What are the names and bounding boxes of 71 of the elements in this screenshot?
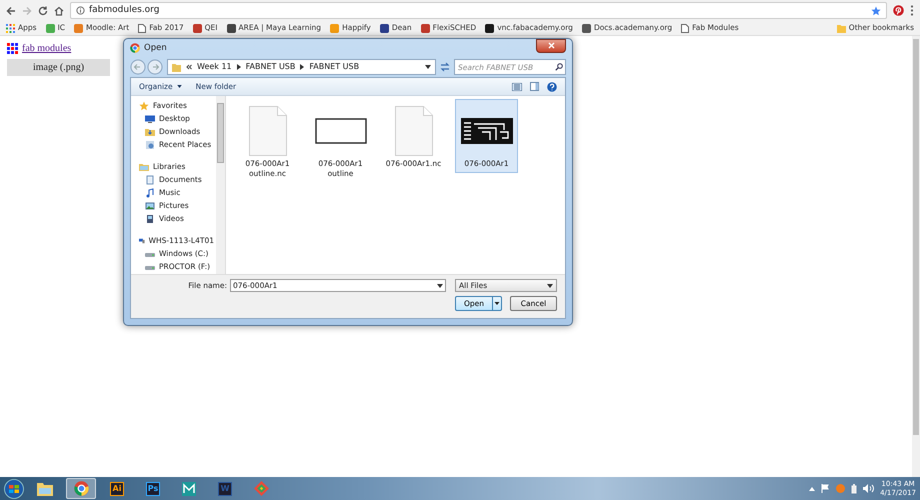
site-icon bbox=[582, 24, 591, 32]
caret-icon bbox=[176, 85, 182, 88]
search-icon bbox=[555, 63, 563, 71]
start-button[interactable] bbox=[4, 478, 24, 498]
refresh-icon[interactable] bbox=[440, 62, 450, 72]
file-icon bbox=[394, 106, 432, 156]
home-icon[interactable] bbox=[54, 6, 64, 16]
menu-item[interactable]: image (.png) bbox=[7, 59, 110, 76]
url-text: fabmodules.org bbox=[89, 4, 160, 17]
scrollbar[interactable] bbox=[912, 36, 920, 477]
breadcrumb-item[interactable]: Week 11 bbox=[197, 61, 232, 73]
dropdown-icon[interactable] bbox=[437, 284, 443, 288]
dialog-title: Open bbox=[144, 42, 167, 54]
site-icon bbox=[330, 24, 340, 32]
close-button[interactable] bbox=[536, 39, 566, 53]
flag-icon[interactable] bbox=[821, 484, 830, 493]
menu-icon[interactable] bbox=[910, 5, 914, 16]
volume-icon[interactable] bbox=[863, 484, 874, 493]
app-icon: Ai bbox=[110, 482, 124, 496]
preview-pane-icon[interactable] bbox=[530, 82, 539, 91]
app-icon: W bbox=[218, 482, 232, 496]
reload-icon[interactable] bbox=[38, 6, 48, 16]
outline-image-icon bbox=[314, 118, 366, 144]
dropdown-icon[interactable] bbox=[547, 284, 553, 288]
star-icon[interactable] bbox=[871, 6, 881, 16]
separator-icon bbox=[236, 64, 241, 70]
app-icon bbox=[182, 482, 196, 496]
page-icon bbox=[681, 24, 690, 32]
taskbar-app[interactable]: Ps bbox=[138, 478, 168, 499]
scrollbar[interactable] bbox=[216, 96, 225, 274]
close-icon bbox=[548, 42, 554, 49]
battery-icon[interactable] bbox=[851, 484, 858, 494]
star-icon bbox=[139, 100, 149, 110]
view-icon[interactable] bbox=[512, 82, 522, 90]
site-icon bbox=[74, 24, 84, 32]
site-icon bbox=[485, 24, 494, 32]
chrome-icon bbox=[74, 481, 88, 496]
document-icon bbox=[145, 174, 155, 184]
circuit-board-thumbnail bbox=[460, 118, 512, 144]
dropdown-icon bbox=[425, 65, 431, 69]
pin-icon[interactable] bbox=[893, 5, 904, 16]
app-icon: Ps bbox=[146, 482, 160, 496]
picture-icon bbox=[145, 200, 155, 210]
file-icon bbox=[248, 106, 286, 156]
dropdown-icon[interactable] bbox=[492, 297, 501, 310]
apps-grid-icon bbox=[6, 24, 15, 32]
overflow-icon bbox=[186, 64, 192, 70]
site-icon bbox=[380, 24, 389, 32]
separator-icon bbox=[300, 64, 304, 70]
taskbar-app[interactable]: Ai bbox=[102, 478, 132, 499]
film-icon bbox=[145, 214, 155, 224]
monitor-icon bbox=[145, 114, 155, 124]
address-bar[interactable]: fabmodules.org bbox=[70, 2, 887, 19]
page-icon bbox=[138, 24, 146, 32]
back-icon[interactable] bbox=[6, 6, 16, 16]
info-icon bbox=[76, 6, 85, 15]
diamond-icon bbox=[254, 481, 268, 496]
site-icon bbox=[46, 24, 55, 32]
chrome-icon bbox=[130, 43, 140, 53]
site-icon bbox=[192, 24, 202, 32]
breadcrumb-item[interactable]: FABNET USB bbox=[246, 61, 296, 73]
site-icon bbox=[226, 24, 236, 32]
help-icon[interactable] bbox=[547, 82, 557, 92]
breadcrumb-item[interactable]: FABNET USB bbox=[309, 61, 360, 73]
fab-modules-link[interactable]: fab modules bbox=[22, 41, 72, 56]
breadcrumb-bar[interactable]: Week 11 FABNET USB FABNET USB bbox=[167, 59, 436, 75]
show-hidden-icons-icon[interactable] bbox=[809, 486, 816, 490]
site-icon bbox=[420, 24, 430, 32]
music-note-icon bbox=[145, 188, 155, 198]
grid-logo-icon bbox=[7, 43, 18, 54]
taskbar-app[interactable] bbox=[66, 478, 96, 499]
